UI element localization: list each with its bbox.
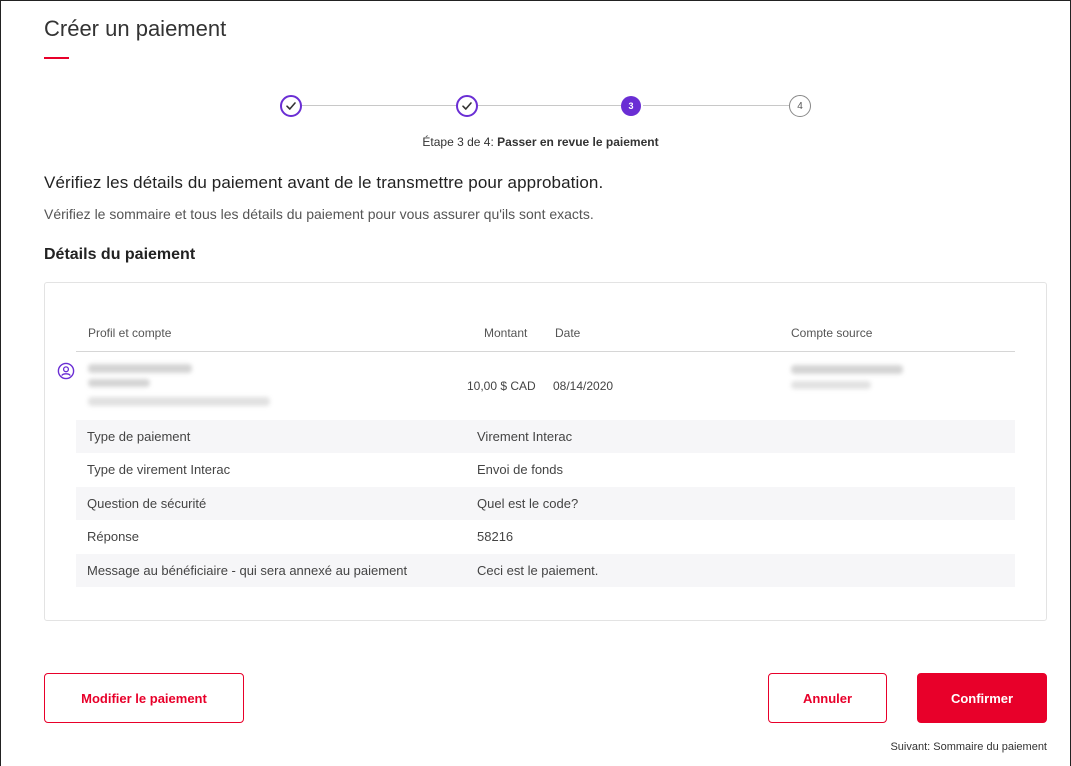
detail-row: Question de sécurité Quel est le code? [76,487,1015,520]
redacted-email [88,397,270,406]
next-step-hint: Suivant: Sommaire du paiement [890,741,1047,753]
step-2-check-icon [456,95,478,117]
review-subtext: Vérifiez le sommaire et tous les détails… [44,206,594,222]
detail-label: Type de paiement [87,429,191,444]
step-caption-title: Passer en revue le paiement [497,135,659,149]
step-caption-prefix: Étape 3 de 4: [422,135,498,149]
payment-amount: 10,00 $ CAD [467,379,536,393]
check-icon [462,102,472,110]
confirm-button[interactable]: Confirmer [917,673,1047,723]
col-header-amount: Montant [484,326,528,340]
col-header-profile: Profil et compte [88,326,172,340]
detail-label: Question de sécurité [87,496,207,511]
step-1-check-icon [280,95,302,117]
detail-row: Message au bénéficiaire - qui sera annex… [76,554,1015,587]
step-number: 3 [628,101,634,111]
detail-label: Message au bénéficiaire - qui sera annex… [87,563,408,578]
detail-row: Réponse 58216 [76,520,1015,553]
detail-label: Type de virement Interac [87,462,231,477]
detail-value: Quel est le code? [477,496,579,511]
step-3-current: 3 [621,96,641,116]
detail-row: Type de virement Interac Envoi de fonds [76,453,1015,486]
person-icon [57,362,75,380]
col-header-source: Compte source [791,326,873,340]
step-connector [478,105,621,106]
modify-payment-button[interactable]: Modifier le paiement [44,673,244,723]
header-divider [76,351,1015,352]
page-title: Créer un paiement [44,16,227,41]
redacted-account-name [88,379,150,387]
step-number: 4 [797,100,803,112]
payment-date: 08/14/2020 [553,379,614,393]
review-heading: Vérifiez les détails du paiement avant d… [44,173,604,192]
step-caption: Étape 3 de 4: Passer en revue le paiemen… [0,135,1071,149]
check-icon [286,102,296,110]
section-title: Détails du paiement [44,246,196,263]
detail-label: Réponse [87,529,140,544]
step-connector [302,105,456,106]
step-4-pending: 4 [789,95,811,117]
title-accent-bar [44,57,69,59]
progress-stepper: 3 4 [280,95,811,117]
col-header-date: Date [555,326,581,340]
step-connector [643,105,789,106]
detail-value: Envoi de fonds [477,462,564,477]
detail-value: Virement Interac [477,429,573,444]
redacted-profile-name [88,364,192,373]
cancel-button[interactable]: Annuler [768,673,887,723]
redacted-source-number [791,381,871,389]
redacted-source-account [791,365,903,374]
detail-value: 58216 [477,529,514,544]
detail-value: Ceci est le paiement. [477,563,599,578]
detail-row: Type de paiement Virement Interac [76,420,1015,453]
